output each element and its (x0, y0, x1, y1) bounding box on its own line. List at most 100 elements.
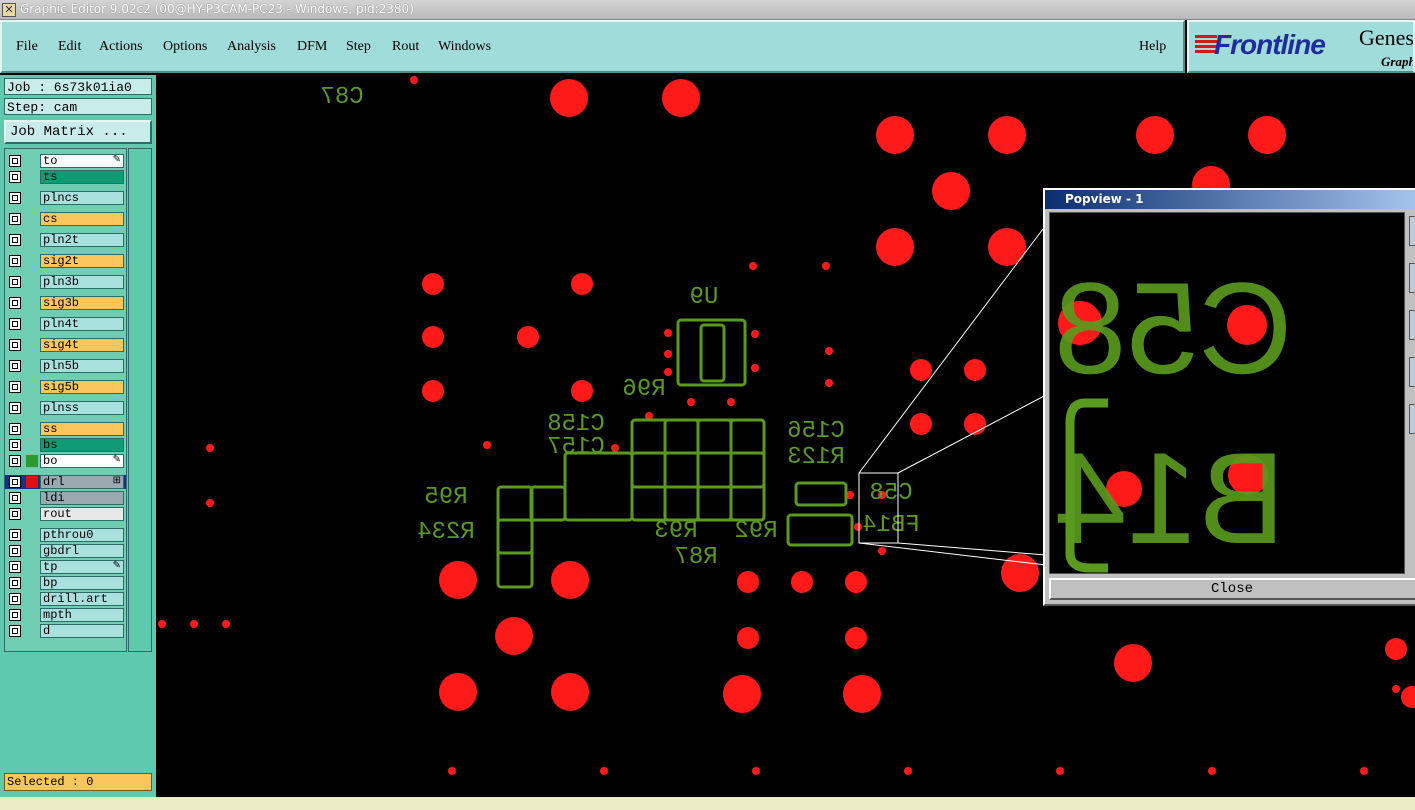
layer-checkbox[interactable] (9, 545, 21, 557)
popview-close-button[interactable]: Close (1049, 578, 1415, 600)
menu-analysis[interactable]: Analysis (227, 39, 276, 55)
layer-name[interactable]: cs (40, 212, 124, 226)
layer-checkbox[interactable] (9, 318, 21, 330)
layer-checkbox[interactable] (9, 192, 21, 204)
layer-checkbox[interactable] (9, 423, 21, 435)
layer-name[interactable]: pln4t (40, 317, 124, 331)
layer-name[interactable]: bo ✎ (40, 454, 124, 468)
layer-name[interactable]: sig5b (40, 380, 124, 394)
layer-name[interactable]: bp (40, 576, 124, 590)
layer-checkbox[interactable] (9, 297, 21, 309)
layer-checkbox[interactable] (9, 476, 21, 488)
layer-checkbox[interactable] (9, 439, 21, 451)
layer-name[interactable]: mpth (40, 608, 124, 622)
layer-name[interactable]: ts (40, 170, 124, 184)
layer-checkbox[interactable] (9, 593, 21, 605)
layer-name[interactable]: gbdrl (40, 544, 124, 558)
layer-row-d[interactable]: d (5, 624, 126, 638)
layer-row-mpth[interactable]: mpth (5, 608, 126, 622)
layer-row-drl[interactable]: drl ⊞ (5, 475, 126, 489)
layer-row-plnss[interactable]: plnss (5, 401, 126, 415)
layer-row-drill.art[interactable]: drill.art (5, 592, 126, 606)
layer-name[interactable]: sig2t (40, 254, 124, 268)
layer-row-to[interactable]: to ✎ (5, 154, 126, 168)
layer-name[interactable]: drill.art (40, 592, 124, 606)
via (727, 398, 735, 406)
popview-tool-button[interactable] (1409, 310, 1415, 340)
layer-checkbox[interactable] (9, 255, 21, 267)
layer-checkbox[interactable] (9, 508, 21, 520)
layer-checkbox[interactable] (9, 339, 21, 351)
layer-row-ldi[interactable]: ldi (5, 491, 126, 505)
popview-tool-button[interactable] (1409, 357, 1415, 387)
popview-tool-button[interactable] (1409, 263, 1415, 293)
layer-checkbox[interactable] (9, 492, 21, 504)
layer-row-pln2t[interactable]: pln2t (5, 233, 126, 247)
layer-checkbox[interactable] (9, 625, 21, 637)
layer-row-gbdrl[interactable]: gbdrl (5, 544, 126, 558)
layer-list-scrollbar[interactable] (128, 148, 152, 652)
layer-row-ts[interactable]: ts (5, 170, 126, 184)
layer-name[interactable]: ldi (40, 491, 124, 505)
layer-name[interactable]: plnss (40, 401, 124, 415)
menu-help[interactable]: Help (1139, 39, 1166, 55)
layer-name[interactable]: rout (40, 507, 124, 521)
window-menu-icon[interactable]: ✕ (2, 3, 16, 17)
menu-actions[interactable]: Actions (99, 39, 143, 55)
menu-file[interactable]: File (16, 39, 38, 55)
menu-rout[interactable]: Rout (392, 39, 419, 55)
layer-checkbox[interactable] (9, 171, 21, 183)
popview-zoom-view[interactable]: C58 B14 (1049, 212, 1405, 574)
layer-name[interactable]: pln5b (40, 359, 124, 373)
layer-checkbox[interactable] (9, 381, 21, 393)
layer-checkbox[interactable] (9, 155, 21, 167)
layer-row-sig3b[interactable]: sig3b (5, 296, 126, 310)
layer-name[interactable]: d (40, 624, 124, 638)
layer-row-plncs[interactable]: plncs (5, 191, 126, 205)
menu-edit[interactable]: Edit (58, 39, 81, 55)
layer-row-sig2t[interactable]: sig2t (5, 254, 126, 268)
layer-row-cs[interactable]: cs (5, 212, 126, 226)
menu-windows[interactable]: Windows (438, 39, 491, 55)
layer-checkbox[interactable] (9, 529, 21, 541)
layer-row-tp[interactable]: tp ✎ (5, 560, 126, 574)
layer-checkbox[interactable] (9, 561, 21, 573)
layer-row-rout[interactable]: rout (5, 507, 126, 521)
layer-checkbox[interactable] (9, 234, 21, 246)
layer-row-ss[interactable]: ss (5, 422, 126, 436)
layer-name[interactable]: drl ⊞ (40, 475, 124, 489)
layer-checkbox[interactable] (9, 276, 21, 288)
layer-row-sig4t[interactable]: sig4t (5, 338, 126, 352)
layer-row-pthrou0[interactable]: pthrou0 (5, 528, 126, 542)
popview-tool-button[interactable] (1409, 216, 1415, 246)
layer-name[interactable]: tp ✎ (40, 560, 124, 574)
layer-name[interactable]: sig3b (40, 296, 124, 310)
layer-name[interactable]: pln2t (40, 233, 124, 247)
layer-checkbox[interactable] (9, 455, 21, 467)
layer-checkbox[interactable] (9, 360, 21, 372)
layer-row-pln5b[interactable]: pln5b (5, 359, 126, 373)
layer-row-pln3b[interactable]: pln3b (5, 275, 126, 289)
layer-name[interactable]: bs (40, 438, 124, 452)
layer-checkbox[interactable] (9, 213, 21, 225)
layer-row-bs[interactable]: bs (5, 438, 126, 452)
menu-dfm[interactable]: DFM (297, 39, 327, 55)
menu-options[interactable]: Options (163, 39, 207, 55)
job-matrix-button[interactable]: Job Matrix ... (4, 120, 152, 144)
layer-row-sig5b[interactable]: sig5b (5, 380, 126, 394)
layer-row-pln4t[interactable]: pln4t (5, 317, 126, 331)
layer-name[interactable]: ss (40, 422, 124, 436)
layer-name[interactable]: pln3b (40, 275, 124, 289)
layer-name[interactable]: pthrou0 (40, 528, 124, 542)
popview-tool-button[interactable] (1409, 404, 1415, 434)
layer-checkbox[interactable] (9, 402, 21, 414)
layer-row-bp[interactable]: bp (5, 576, 126, 590)
layer-row-bo[interactable]: bo ✎ (5, 454, 126, 468)
layer-name[interactable]: sig4t (40, 338, 124, 352)
layer-name[interactable]: to ✎ (40, 154, 124, 168)
layer-checkbox[interactable] (9, 609, 21, 621)
layer-name[interactable]: plncs (40, 191, 124, 205)
menu-step[interactable]: Step (346, 39, 371, 55)
layer-checkbox[interactable] (9, 577, 21, 589)
popview-window[interactable]: ✕ Popview - 1 C58 B14 Close (1043, 188, 1415, 606)
